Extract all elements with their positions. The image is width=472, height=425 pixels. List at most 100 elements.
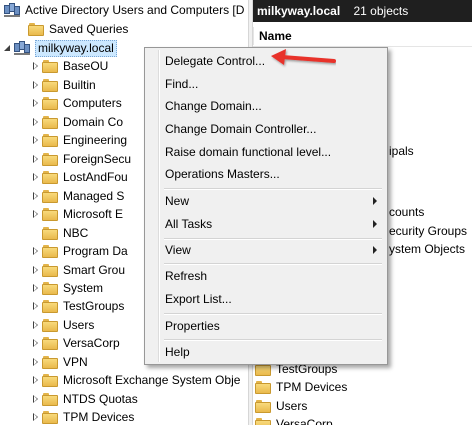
tree-item-label: Microsoft Exchange System Obje bbox=[63, 373, 241, 387]
menu-separator bbox=[164, 339, 382, 341]
tree-item[interactable]: VPN bbox=[30, 353, 88, 371]
tree-item[interactable]: NTDS Quotas bbox=[30, 390, 138, 408]
tree-item-label: Saved Queries bbox=[49, 22, 129, 36]
expander-collapsed-icon[interactable] bbox=[30, 371, 42, 389]
menu-item-raise-functional-level[interactable]: Raise domain functional level... bbox=[165, 141, 383, 163]
folder-icon bbox=[42, 78, 58, 92]
menu-item-properties[interactable]: Properties bbox=[165, 315, 383, 337]
tree-item[interactable]: Managed S bbox=[30, 187, 124, 205]
expander-collapsed-icon[interactable] bbox=[30, 261, 42, 279]
folder-icon bbox=[42, 115, 58, 129]
tree-item[interactable]: Domain Co bbox=[30, 113, 123, 131]
expander-collapsed-icon[interactable] bbox=[30, 150, 42, 168]
expander-collapsed-icon[interactable] bbox=[30, 353, 42, 371]
expander-collapsed-icon[interactable] bbox=[30, 187, 42, 205]
tree-root-item[interactable]: Active Directory Users and Computers [D bbox=[4, 1, 245, 19]
expander-collapsed-icon[interactable] bbox=[30, 297, 42, 315]
tree-item[interactable]: VersaCorp bbox=[30, 334, 120, 352]
tree-item-saved-queries[interactable]: Saved Queries bbox=[16, 20, 128, 38]
menu-item-label: New bbox=[165, 194, 190, 208]
tree-item-label: VPN bbox=[63, 355, 88, 369]
menu-item-change-domain-controller[interactable]: Change Domain Controller... bbox=[165, 118, 383, 140]
menu-item-label: Delegate Control... bbox=[165, 54, 266, 68]
expander-collapsed-icon[interactable] bbox=[30, 205, 42, 223]
tree-item[interactable]: TestGroups bbox=[30, 297, 124, 315]
expander-collapsed-icon[interactable] bbox=[30, 76, 42, 94]
tree-item-label: milkyway.local bbox=[35, 39, 117, 57]
expander-collapsed-icon[interactable] bbox=[30, 279, 42, 297]
menu-separator bbox=[164, 313, 382, 315]
submenu-arrow-icon bbox=[373, 197, 377, 205]
menu-item-help[interactable]: Help bbox=[165, 341, 383, 363]
folder-icon bbox=[42, 336, 58, 350]
folder-icon bbox=[42, 189, 58, 203]
menu-item-refresh[interactable]: Refresh bbox=[165, 265, 383, 287]
folder-icon bbox=[42, 207, 58, 221]
menu-item-operations-masters[interactable]: Operations Masters... bbox=[165, 163, 383, 185]
tree-item[interactable]: Users bbox=[30, 316, 94, 334]
domain-icon bbox=[14, 41, 30, 55]
menu-item-label: Properties bbox=[165, 319, 220, 333]
tree-item[interactable]: LostAndFou bbox=[30, 168, 128, 186]
tree-item[interactable]: Builtin bbox=[30, 76, 96, 94]
folder-icon bbox=[42, 410, 58, 424]
folder-icon bbox=[42, 355, 58, 369]
tree-item[interactable]: Program Da bbox=[30, 242, 128, 260]
folder-icon bbox=[255, 417, 271, 425]
expander-collapsed-icon[interactable] bbox=[30, 113, 42, 131]
menu-item-label: View bbox=[165, 243, 191, 257]
folder-icon bbox=[255, 380, 271, 394]
menu-item-label: Change Domain Controller... bbox=[165, 122, 317, 136]
expander-collapsed-icon[interactable] bbox=[30, 408, 42, 425]
tree-item-label: NTDS Quotas bbox=[63, 392, 138, 406]
tree-item[interactable]: Microsoft E bbox=[30, 205, 123, 223]
submenu-arrow-icon bbox=[373, 220, 377, 228]
expander-collapsed-icon[interactable] bbox=[30, 242, 42, 260]
callout-arrow-icon bbox=[271, 49, 336, 65]
list-item-label: VersaCorp bbox=[276, 417, 333, 425]
tree-item[interactable]: TPM Devices bbox=[30, 408, 134, 425]
list-item[interactable]: TPM Devices bbox=[255, 378, 347, 396]
column-header-name[interactable]: Name bbox=[253, 25, 472, 47]
tree-item-label: BaseOU bbox=[63, 59, 109, 73]
tree-item[interactable]: Smart Grou bbox=[30, 261, 125, 279]
tree-item-domain[interactable]: milkyway.local bbox=[2, 39, 117, 57]
expander-collapsed-icon[interactable] bbox=[30, 168, 42, 186]
expander-collapsed-icon[interactable] bbox=[30, 57, 42, 75]
menu-item-export-list[interactable]: Export List... bbox=[165, 288, 383, 310]
expander-collapsed-icon[interactable] bbox=[30, 390, 42, 408]
expander-collapsed-icon[interactable] bbox=[30, 316, 42, 334]
menu-item-find[interactable]: Find... bbox=[165, 73, 383, 95]
folder-icon bbox=[42, 170, 58, 184]
tree-item[interactable]: System bbox=[30, 279, 103, 297]
submenu-arrow-icon bbox=[373, 246, 377, 254]
folder-icon bbox=[42, 59, 58, 73]
tree-item[interactable]: Engineering bbox=[30, 131, 127, 149]
expander bbox=[16, 20, 28, 38]
list-item-text-fragment: ipals bbox=[389, 144, 414, 158]
folder-icon bbox=[42, 318, 58, 332]
tree-item[interactable]: Microsoft Exchange System Obje bbox=[30, 371, 240, 389]
tree-item-label: Managed S bbox=[63, 189, 125, 203]
menu-item-change-domain[interactable]: Change Domain... bbox=[165, 95, 383, 117]
tree-item[interactable]: BaseOU bbox=[30, 57, 108, 75]
tree-item-label: Domain Co bbox=[63, 115, 124, 129]
tree-item[interactable]: ForeignSecu bbox=[30, 150, 131, 168]
menu-item-view[interactable]: View bbox=[165, 239, 383, 261]
list-item[interactable]: VersaCorp bbox=[255, 415, 333, 425]
expander-collapsed-icon[interactable] bbox=[30, 94, 42, 112]
menu-item-label: Operations Masters... bbox=[165, 167, 280, 181]
tree-item[interactable]: NBC bbox=[30, 224, 88, 242]
tree-item-label: System bbox=[63, 281, 104, 295]
folder-icon bbox=[255, 399, 271, 413]
menu-item-new[interactable]: New bbox=[165, 190, 383, 212]
details-title: milkyway.local bbox=[257, 4, 341, 18]
expander-expanded-icon[interactable] bbox=[2, 39, 14, 57]
menu-item-all-tasks[interactable]: All Tasks bbox=[165, 213, 383, 235]
tree-item-label: LostAndFou bbox=[63, 170, 128, 184]
expander-collapsed-icon[interactable] bbox=[30, 334, 42, 352]
expander-collapsed-icon[interactable] bbox=[30, 131, 42, 149]
list-item[interactable]: Users bbox=[255, 397, 307, 415]
list-item-label: Users bbox=[276, 399, 308, 413]
tree-item[interactable]: Computers bbox=[30, 94, 122, 112]
